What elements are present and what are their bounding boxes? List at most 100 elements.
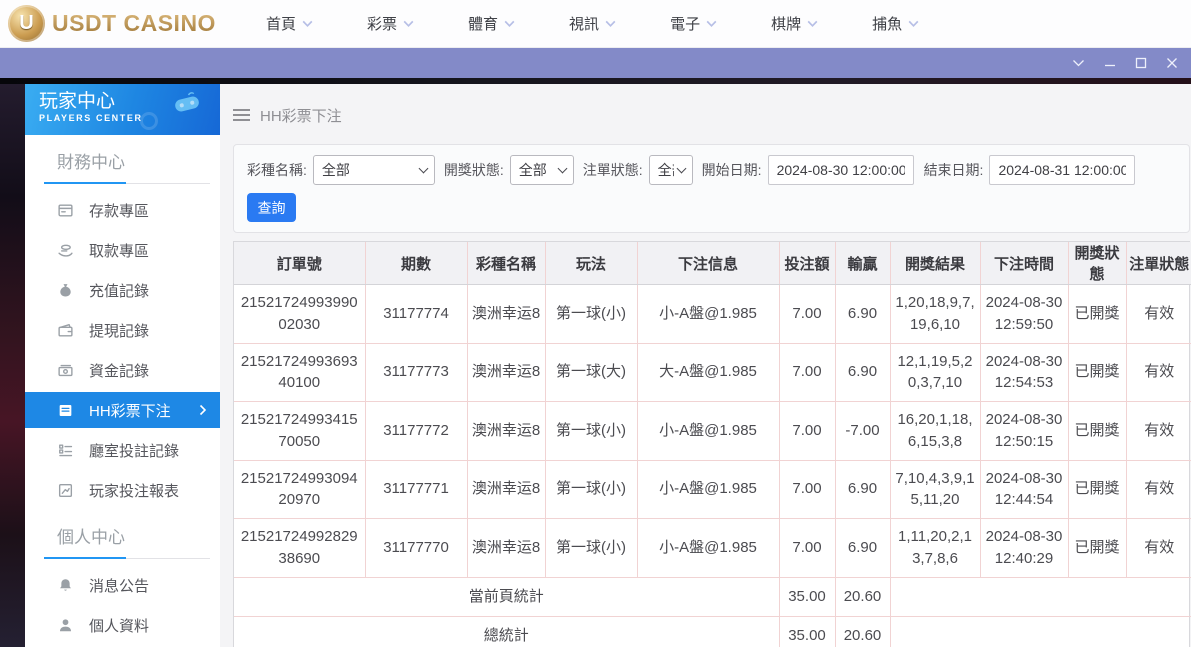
page-total-win-loss: 20.60 bbox=[835, 577, 890, 616]
chevron-down-icon bbox=[908, 20, 919, 28]
cell-draw-result: 1,11,20,2,13,7,8,6 bbox=[890, 519, 980, 578]
end-date-input[interactable] bbox=[989, 155, 1135, 185]
cell-order-status: 有效 bbox=[1126, 460, 1191, 519]
cell-draw-result: 16,20,1,18,6,15,3,8 bbox=[890, 402, 980, 461]
cell-bet-info: 小-A盤@1.985 bbox=[637, 519, 779, 578]
moneybag-icon bbox=[57, 282, 74, 299]
sidebar-item-recharge-records[interactable]: 充值記錄 bbox=[25, 270, 220, 310]
page-total-row: 當前頁統計35.0020.60 bbox=[234, 577, 1191, 616]
cell-draw-status: 已開獎 bbox=[1068, 519, 1126, 578]
top-bar: U USDT CASINO 首頁 彩票 體育 視訊 電子 棋牌 bbox=[0, 0, 1191, 48]
search-button[interactable]: 查詢 bbox=[247, 193, 296, 222]
cell-period: 31177771 bbox=[365, 460, 467, 519]
sidebar-item-messages[interactable]: 消息公告 bbox=[25, 565, 220, 605]
cell-win-loss: 6.90 bbox=[835, 285, 890, 344]
sidebar-item-player-bet-report[interactable]: 玩家投注報表 bbox=[25, 470, 220, 510]
report-icon bbox=[57, 482, 74, 499]
deposit-icon bbox=[57, 202, 74, 219]
cell-bet-amount: 7.00 bbox=[779, 519, 835, 578]
grand-total-label: 總統計 bbox=[234, 616, 779, 647]
start-date-input[interactable] bbox=[768, 155, 914, 185]
cell-lottery-name: 澳洲幸运8 bbox=[467, 285, 545, 344]
page-title: HH彩票下注 bbox=[260, 105, 342, 126]
page-header: HH彩票下注 bbox=[233, 84, 1190, 144]
sidebar-item-deposit-zone[interactable]: 存款專區 bbox=[25, 190, 220, 230]
draw-status-select[interactable]: 全部 bbox=[510, 155, 574, 185]
cell-order-no: 2152172499282938690 bbox=[234, 519, 365, 578]
sidebar-item-label: 存款專區 bbox=[89, 200, 149, 221]
chevron-down-icon bbox=[605, 20, 616, 28]
cell-win-loss: 6.90 bbox=[835, 460, 890, 519]
sidebar-item-funds-records[interactable]: 資金記錄 bbox=[25, 350, 220, 390]
start-date-label: 開始日期: bbox=[702, 160, 762, 180]
desktop-background-edge bbox=[0, 84, 25, 647]
column-header-bet-info: 下注信息 bbox=[637, 242, 779, 285]
grand-total-win-loss: 20.60 bbox=[835, 616, 890, 647]
cell-play-type: 第一球(小) bbox=[545, 460, 637, 519]
cell-play-type: 第一球(小) bbox=[545, 402, 637, 461]
cell-draw-result: 12,1,19,5,20,3,7,10 bbox=[890, 343, 980, 402]
sidebar-section-divider bbox=[44, 182, 210, 184]
cell-bet-info: 小-A盤@1.985 bbox=[637, 402, 779, 461]
person-icon bbox=[57, 617, 74, 634]
nav-item-home[interactable]: 首頁 bbox=[266, 13, 313, 34]
sidebar-item-label: 取款專區 bbox=[89, 240, 149, 261]
cell-lottery-name: 澳洲幸运8 bbox=[467, 402, 545, 461]
sidebar-item-withdrawal-records[interactable]: 提現記錄 bbox=[25, 310, 220, 350]
page-total-bet-amount: 35.00 bbox=[779, 577, 835, 616]
window-minimize-icon[interactable] bbox=[1094, 48, 1125, 78]
logo-coin-icon: U bbox=[8, 5, 45, 42]
order-status-select[interactable]: 全部 bbox=[649, 155, 693, 185]
cell-win-loss: 6.90 bbox=[835, 519, 890, 578]
sidebar-item-label: 資金記錄 bbox=[89, 360, 149, 381]
nav-item-fishing[interactable]: 捕魚 bbox=[872, 13, 919, 34]
nav-item-label: 電子 bbox=[670, 13, 700, 34]
column-header-order-no: 訂單號 bbox=[234, 242, 365, 285]
window-title-bar bbox=[0, 48, 1191, 78]
window-close-icon[interactable] bbox=[1156, 48, 1187, 78]
cell-win-loss: 6.90 bbox=[835, 343, 890, 402]
nav-item-sports[interactable]: 體育 bbox=[468, 13, 515, 34]
window-chevron-down-icon[interactable] bbox=[1063, 48, 1094, 78]
column-header-draw-result: 開獎結果 bbox=[890, 242, 980, 285]
sidebar-item-hall-bet-records[interactable]: 廳室投註記錄 bbox=[25, 430, 220, 470]
cell-draw-result: 1,20,18,9,7,19,6,10 bbox=[890, 285, 980, 344]
lottery-name-select[interactable]: 全部 bbox=[313, 155, 435, 185]
cell-bet-info: 大-A盤@1.985 bbox=[637, 343, 779, 402]
sidebar-section-title: 財務中心 bbox=[25, 135, 220, 182]
sidebar-item-profile[interactable]: 個人資料 bbox=[25, 605, 220, 645]
nav-item-slots[interactable]: 電子 bbox=[670, 13, 717, 34]
nav-item-video[interactable]: 視訊 bbox=[569, 13, 616, 34]
column-header-order-status: 注單狀態 bbox=[1126, 242, 1191, 285]
sidebar-section-divider bbox=[44, 557, 210, 559]
nav-item-cards[interactable]: 棋牌 bbox=[771, 13, 818, 34]
grand-total-row: 總統計35.0020.60 bbox=[234, 616, 1191, 647]
sidebar-item-hh-lottery-bets[interactable]: HH彩票下注 bbox=[25, 392, 220, 428]
draw-status-label: 開獎狀態: bbox=[444, 160, 504, 180]
cell-order-no: 2152172499309420970 bbox=[234, 460, 365, 519]
column-header-period: 期數 bbox=[365, 242, 467, 285]
bell-icon bbox=[57, 577, 74, 594]
sidebar-item-withdraw-zone[interactable]: 取款專區 bbox=[25, 230, 220, 270]
menu-toggle-icon[interactable] bbox=[233, 109, 250, 121]
column-header-bet-time: 下注時間 bbox=[980, 242, 1068, 285]
cell-bet-time: 2024-08-30 12:50:15 bbox=[980, 402, 1068, 461]
cell-order-status: 有效 bbox=[1126, 343, 1191, 402]
nav-item-lottery[interactable]: 彩票 bbox=[367, 13, 414, 34]
chevron-down-icon bbox=[504, 20, 515, 28]
sidebar-item-label: 消息公告 bbox=[89, 575, 149, 596]
cell-draw-status: 已開獎 bbox=[1068, 343, 1126, 402]
cell-order-no: 2152172499399002030 bbox=[234, 285, 365, 344]
chevron-right-icon bbox=[199, 404, 207, 416]
window-maximize-icon[interactable] bbox=[1125, 48, 1156, 78]
cell-period: 31177772 bbox=[365, 402, 467, 461]
cell-order-status: 有效 bbox=[1126, 519, 1191, 578]
filter-panel: 彩種名稱: 全部 開獎狀態: 全部 注單狀態: 全部 開始日期: 結束日期: 查… bbox=[233, 144, 1190, 233]
chevron-down-icon bbox=[706, 20, 717, 28]
sidebar: 玩家中心 PLAYERS CENTER 財務中心 存款專區 取款專區 bbox=[25, 84, 220, 647]
sidebar-item-label: 個人資料 bbox=[89, 615, 149, 636]
sidebar-item-label: 玩家投注報表 bbox=[89, 480, 179, 501]
bets-table: 訂單號期數彩種名稱玩法下注信息投注額輸贏開獎結果下注時間開獎狀態注單狀態 215… bbox=[233, 241, 1190, 647]
chevron-down-icon bbox=[302, 20, 313, 28]
cell-bet-amount: 7.00 bbox=[779, 402, 835, 461]
